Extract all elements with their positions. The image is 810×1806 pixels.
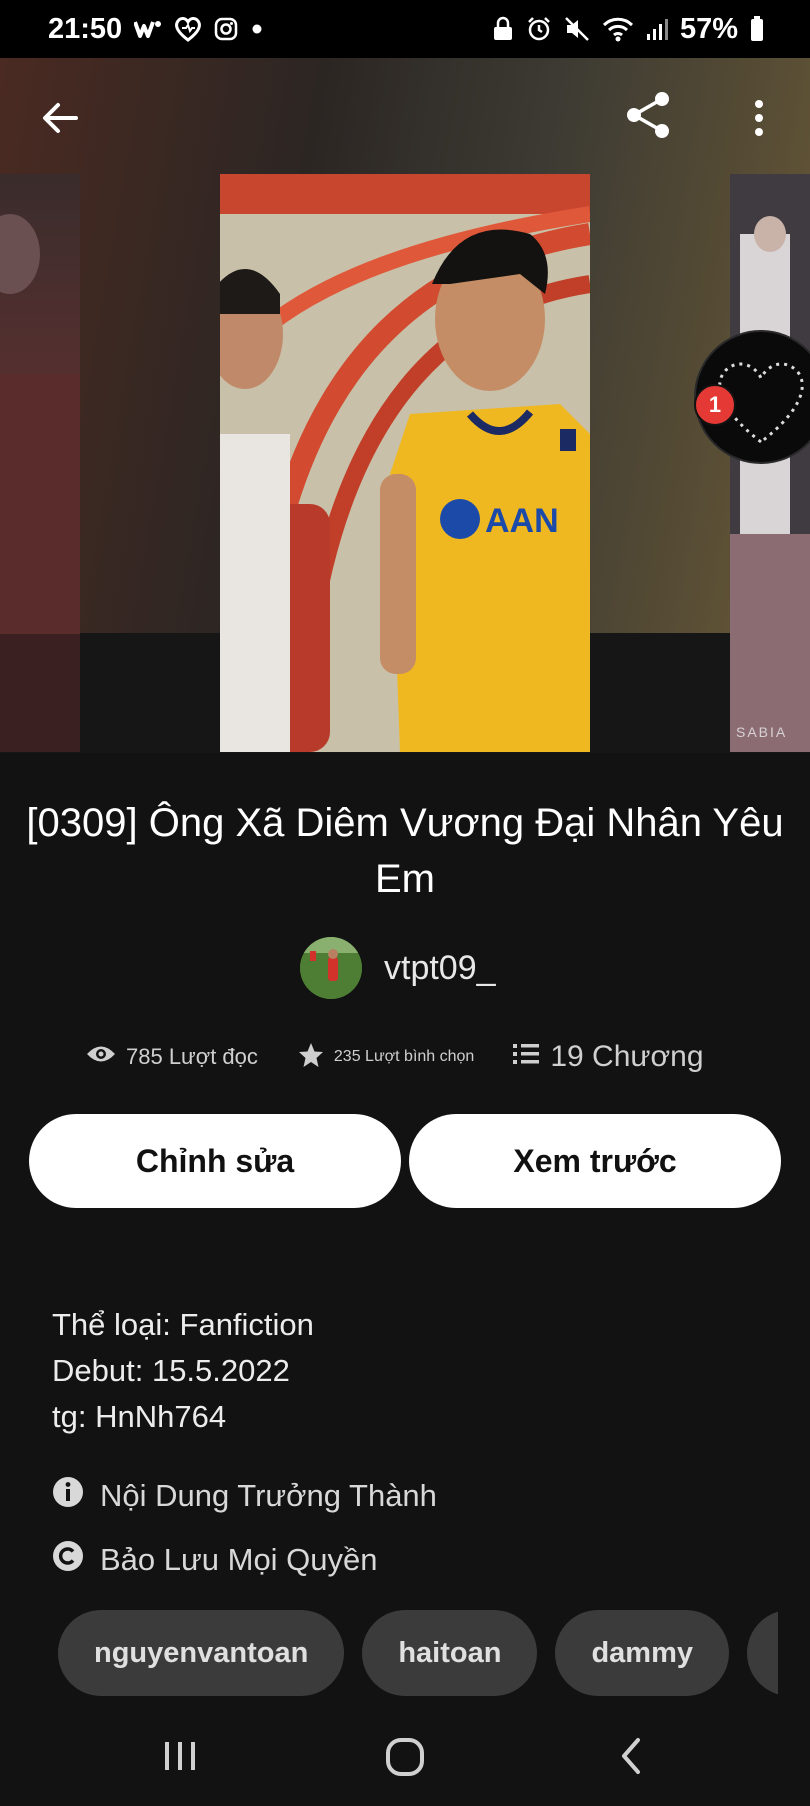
battery-percent: 57% <box>679 12 738 45</box>
home-icon[interactable] <box>384 1736 426 1783</box>
status-bar: 21:50 57% <box>0 0 810 58</box>
mute-icon <box>564 16 590 42</box>
status-time: 21:50 <box>48 12 123 45</box>
back-arrow-icon[interactable] <box>36 94 84 142</box>
preview-button[interactable]: Xem trước <box>409 1114 781 1208</box>
notification-badge: 1 <box>694 384 736 426</box>
reads-count: 785 Lượt đọc <box>126 1044 258 1069</box>
reads-stat: 785 Lượt đọc <box>86 1043 258 1071</box>
back-icon[interactable] <box>614 1736 650 1781</box>
wifi-icon <box>602 16 634 42</box>
cover-hero: SABIA AAN <box>0 58 810 753</box>
more-vertical-icon[interactable] <box>744 94 774 142</box>
recent-apps-icon[interactable] <box>160 1736 200 1781</box>
wattpad-icon <box>134 18 162 40</box>
mature-content-label: Nội Dung Trưởng Thành <box>100 1478 437 1513</box>
eye-icon <box>86 1043 116 1071</box>
story-cover-image[interactable]: AAN <box>220 174 590 752</box>
prev-cover[interactable] <box>0 174 80 752</box>
story-title: [0309] Ông Xã Diêm Vương Đại Nhân Yêu Em <box>26 801 784 901</box>
avatar[interactable] <box>300 937 362 999</box>
signal-icon <box>646 17 668 41</box>
info-icon <box>52 1476 84 1516</box>
battery-icon <box>750 16 764 42</box>
lock-icon <box>492 16 514 42</box>
copyright-label: Bảo Lưu Mọi Quyền <box>100 1542 378 1577</box>
dot-icon <box>250 22 264 36</box>
heart-app-icon <box>174 16 202 42</box>
mature-content-row: Nội Dung Trưởng Thành <box>52 1476 437 1516</box>
author-row[interactable]: vtpt09_ <box>300 937 496 999</box>
description-line-author: tg: HnNh764 <box>52 1399 227 1434</box>
instagram-icon <box>214 17 238 41</box>
chapters-count: 19 Chương <box>550 1040 704 1073</box>
copyright-icon <box>52 1540 84 1580</box>
tag-chip[interactable]: dammy <box>555 1610 729 1696</box>
system-nav-bar <box>0 1716 810 1806</box>
jersey-sponsor-text: AAN <box>485 502 559 540</box>
copyright-row: Bảo Lưu Mọi Quyền <box>52 1540 378 1580</box>
chapters-stat[interactable]: 19 Chương <box>512 1040 704 1074</box>
alarm-icon <box>526 16 552 42</box>
description-line-genre: Thể loại: Fanfiction <box>52 1307 314 1342</box>
description-line-debut: Debut: 15.5.2022 <box>52 1353 290 1388</box>
votes-count: 235 Lượt bình chọn <box>333 1048 475 1065</box>
list-icon <box>512 1040 540 1074</box>
star-icon <box>298 1042 324 1073</box>
tag-chip[interactable]: nguyenvantoan <box>58 1610 345 1696</box>
share-icon[interactable] <box>622 88 676 142</box>
votes-stat: 235 Lượt bình chọn <box>298 1042 474 1073</box>
tag-chip[interactable]: haitoan <box>362 1610 538 1696</box>
story-stats: 785 Lượt đọc 235 Lượt bình chọn 19 Chươn… <box>86 1040 736 1074</box>
tag-list: nguyenvantoan haitoan dammy <box>58 1610 778 1700</box>
author-name[interactable]: vtpt09_ <box>384 949 496 988</box>
story-description: Thể loại: Fanfiction Debut: 15.5.2022 tg… <box>52 1302 314 1440</box>
tag-chip[interactable] <box>746 1610 778 1696</box>
edit-button[interactable]: Chỉnh sửa <box>29 1114 401 1208</box>
cover-watermark: SABIA <box>736 724 788 740</box>
